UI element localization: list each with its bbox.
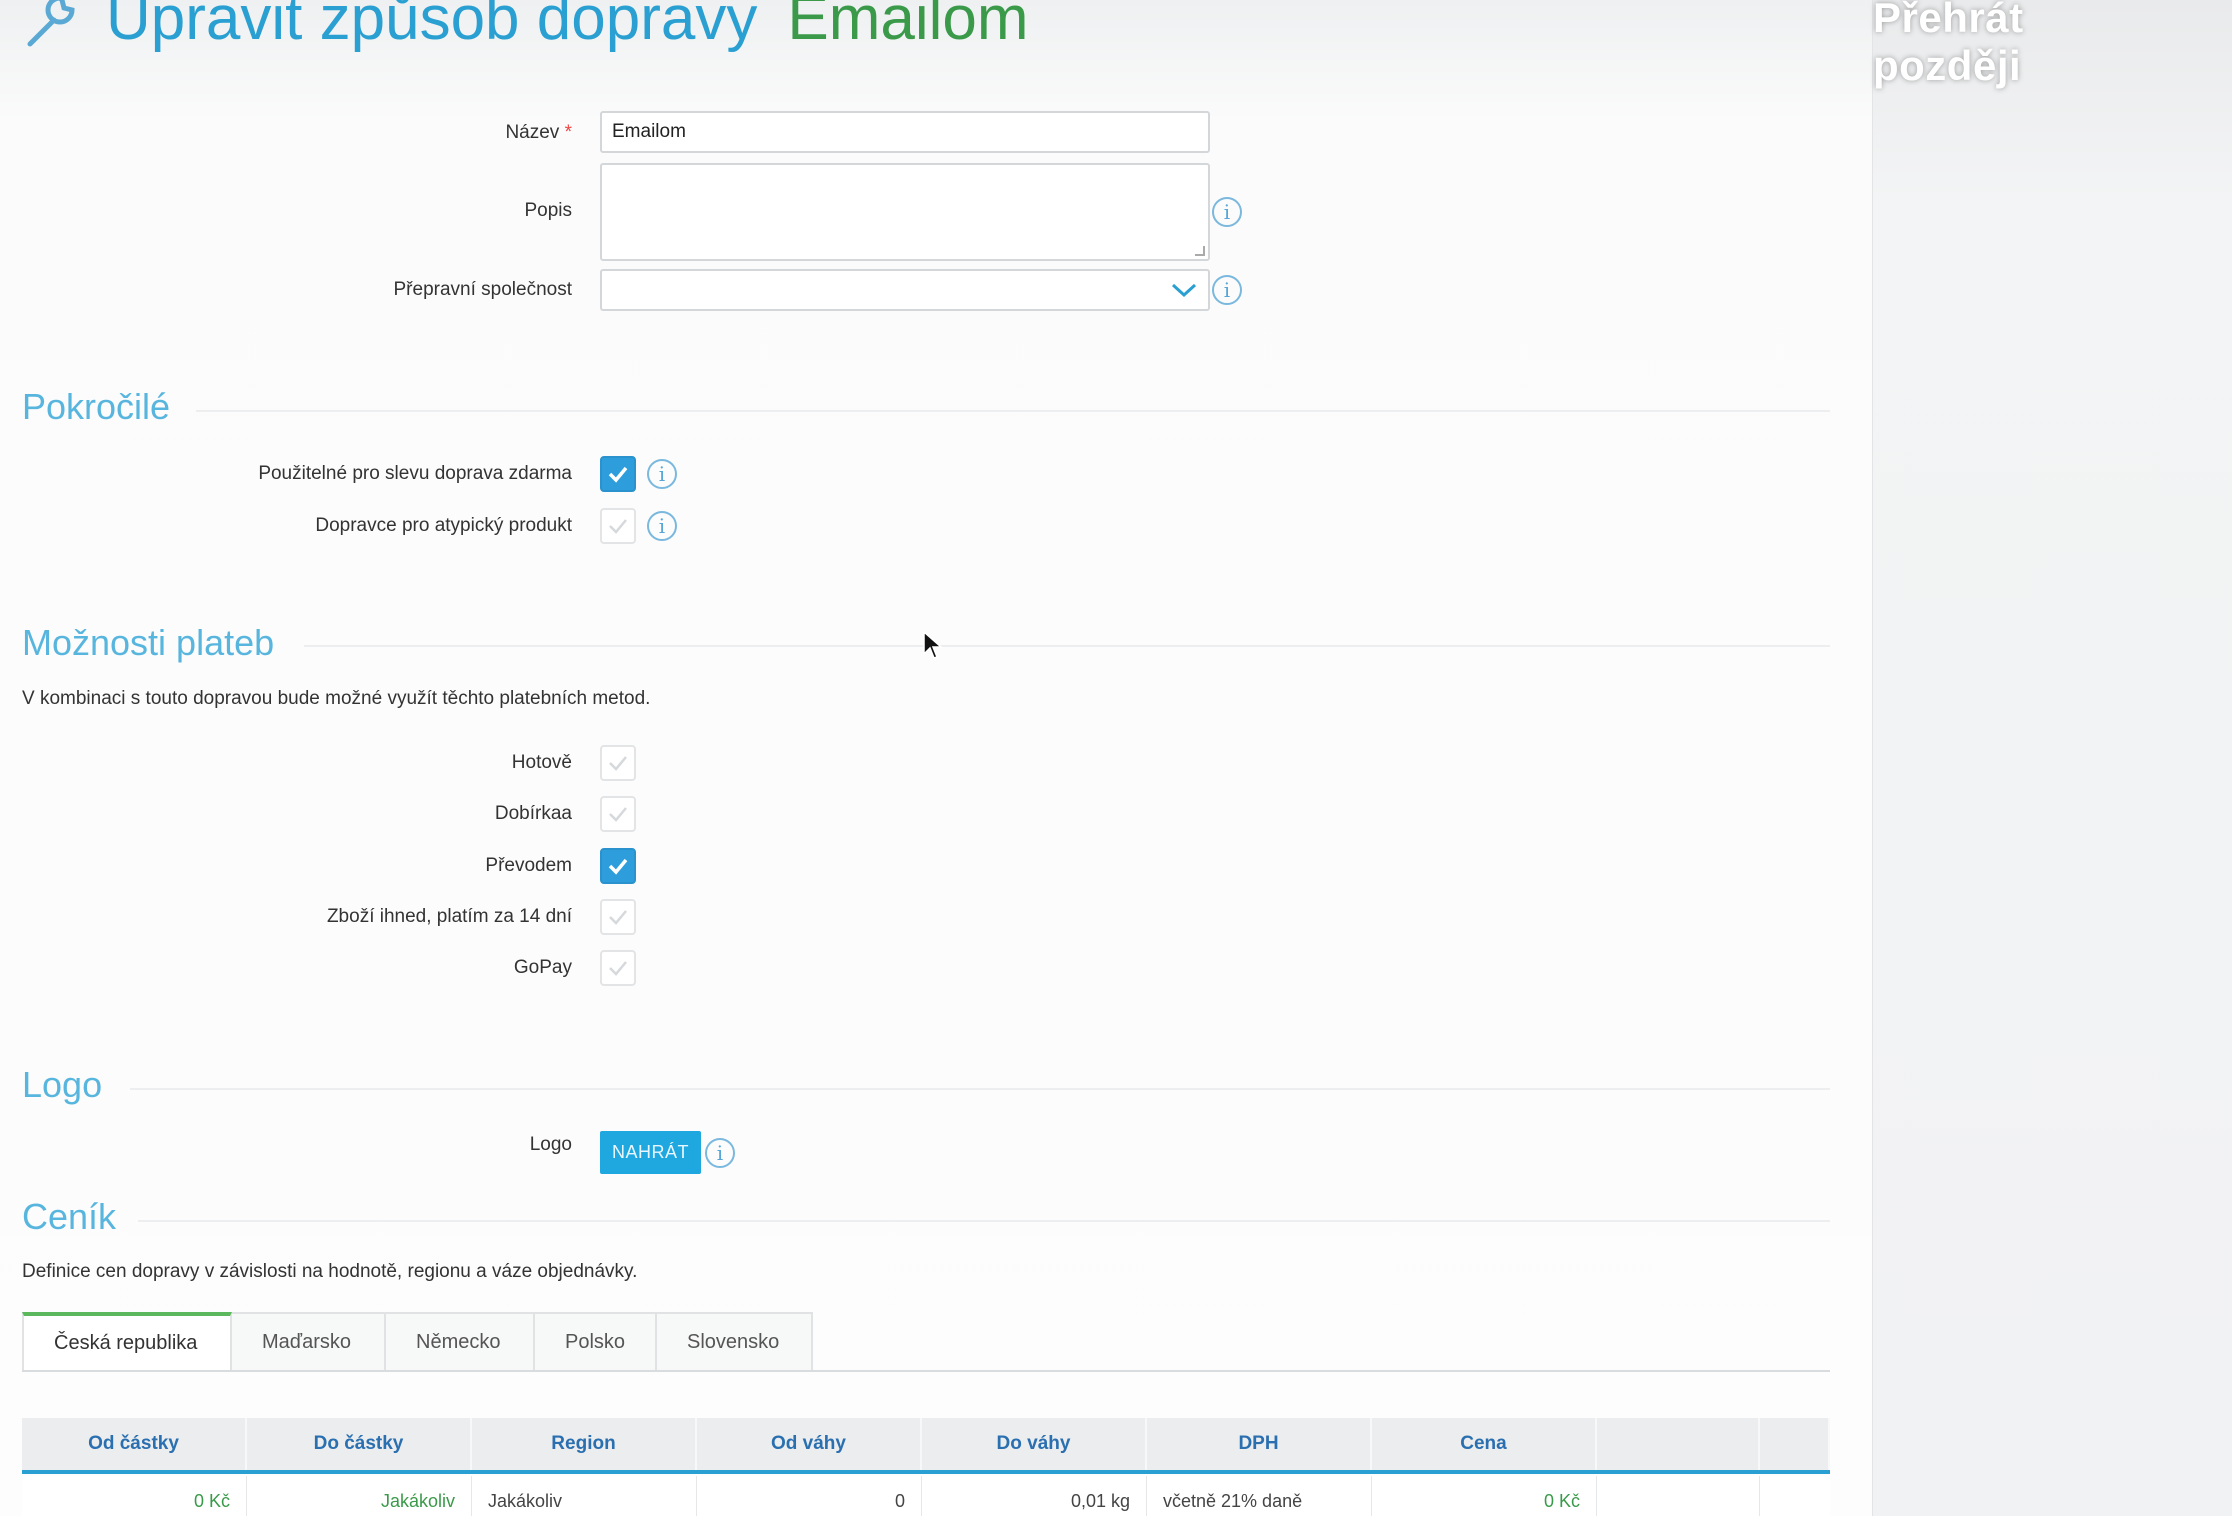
nazev-field-value: Emailom	[612, 121, 686, 142]
main-content: Upravit způsob dopravy Emailom Název * E…	[0, 0, 1872, 1516]
tab-slovensko[interactable]: Slovensko	[657, 1312, 813, 1372]
payment-label-14-dni: Zboží ihned, platím za 14 dní	[326, 906, 572, 927]
payment-prevodem-checkbox[interactable]	[600, 848, 636, 884]
payment-label-hotove: Hotově	[511, 752, 572, 773]
column-header-actions	[1760, 1418, 1830, 1470]
payment-label-dobirka: Dobírkaa	[494, 803, 572, 824]
info-icon[interactable]: i	[1212, 197, 1242, 227]
video-side-panel: Přehrát později	[1872, 0, 2232, 1516]
section-divider	[130, 1088, 1830, 1090]
info-icon[interactable]: i	[705, 1138, 735, 1168]
nazev-label: Název *	[12, 122, 572, 144]
popis-textarea[interactable]	[600, 163, 1210, 261]
resize-grip[interactable]	[1195, 246, 1205, 256]
table-cell-actions	[1597, 1476, 1760, 1516]
table-cell: 0,01 kg	[922, 1476, 1147, 1516]
mouse-cursor-icon	[923, 630, 942, 659]
table-cell-actions	[1760, 1476, 1830, 1516]
payment-dobirka-checkbox[interactable]	[600, 796, 636, 832]
tabs-divider	[22, 1370, 1830, 1372]
play-later-button[interactable]: Přehrát později	[1873, 0, 2180, 90]
table-row[interactable]: 0 Kč Jakákoliv Jakákoliv 0 0,01 kg včetn…	[22, 1476, 1830, 1516]
section-title-logo: Logo	[22, 1064, 103, 1105]
section-divider	[196, 410, 1830, 412]
chevron-down-icon	[1171, 283, 1197, 298]
tab-madarsko[interactable]: Maďarsko	[232, 1312, 386, 1372]
check-icon	[609, 519, 627, 534]
page-header: Upravit způsob dopravy Emailom	[20, 0, 1029, 58]
nazev-field[interactable]: Emailom	[600, 111, 1210, 153]
table-cell: 0 Kč	[1372, 1476, 1597, 1516]
option-label-atypical: Dopravce pro atypický produkt	[315, 515, 572, 536]
prepravni-label: Přepravní společnost	[393, 279, 573, 300]
page-title-name: Emailom	[787, 0, 1029, 53]
section-divider	[138, 1220, 1830, 1222]
column-header[interactable]: Od částky	[22, 1418, 247, 1470]
payment-14-dni-checkbox[interactable]	[600, 899, 636, 935]
section-divider	[304, 645, 1830, 647]
column-header-actions	[1597, 1418, 1760, 1470]
upload-button[interactable]: NAHRÁT	[600, 1131, 701, 1174]
atypical-product-checkbox[interactable]	[600, 508, 636, 544]
pricelist-description: Definice cen dopravy v závislosti na hod…	[22, 1261, 638, 1282]
required-mark: *	[564, 122, 572, 143]
section-title-payments: Možnosti plateb	[22, 622, 275, 663]
check-icon	[609, 910, 627, 925]
wrench-icon	[27, 0, 75, 47]
tab-ceska-republika[interactable]: Česká republika	[22, 1312, 232, 1372]
popis-label: Popis	[524, 200, 572, 221]
check-icon	[609, 756, 627, 771]
tab-nemecko[interactable]: Německo	[386, 1312, 535, 1372]
page-title: Upravit způsob dopravy	[106, 0, 758, 53]
option-label-free-shipping: Použitelné pro slevu doprava zdarma	[258, 463, 572, 484]
pricelist-table-header: Od částky Do částky Region Od váhy Do vá…	[22, 1418, 1830, 1474]
table-cell: Jakákoliv	[472, 1476, 697, 1516]
payment-hotove-checkbox[interactable]	[600, 745, 636, 781]
payment-label-prevodem: Převodem	[485, 855, 572, 876]
nazev-label-text: Název	[505, 122, 560, 143]
column-header[interactable]: Do váhy	[922, 1418, 1147, 1470]
column-header[interactable]: DPH	[1147, 1418, 1372, 1470]
check-icon	[608, 858, 628, 875]
section-title-advanced: Pokročilé	[22, 386, 171, 427]
check-icon	[609, 961, 627, 976]
column-header[interactable]: Cena	[1372, 1418, 1597, 1470]
payments-description: V kombinaci s touto dopravou bude možné …	[22, 688, 651, 709]
section-title-pricelist: Ceník	[22, 1196, 117, 1237]
country-tabs: Česká republika Maďarsko Německo Polsko …	[22, 1312, 813, 1372]
check-icon	[609, 807, 627, 822]
column-header[interactable]: Do částky	[247, 1418, 472, 1470]
free-shipping-checkbox[interactable]	[600, 456, 636, 492]
prepravni-select[interactable]	[600, 269, 1210, 311]
table-cell: Jakákoliv	[247, 1476, 472, 1516]
info-icon[interactable]: i	[1212, 275, 1242, 305]
logo-label: Logo	[529, 1134, 572, 1155]
column-header[interactable]: Od váhy	[697, 1418, 922, 1470]
table-cell: 0	[697, 1476, 922, 1516]
check-icon	[608, 466, 628, 483]
table-cell: včetně 21% daně	[1147, 1476, 1372, 1516]
column-header[interactable]: Region	[472, 1418, 697, 1470]
tab-polsko[interactable]: Polsko	[535, 1312, 657, 1372]
payment-gopay-checkbox[interactable]	[600, 950, 636, 986]
table-cell: 0 Kč	[22, 1476, 247, 1516]
info-icon[interactable]: i	[647, 511, 677, 541]
payment-label-gopay: GoPay	[513, 957, 572, 978]
info-icon[interactable]: i	[647, 459, 677, 489]
